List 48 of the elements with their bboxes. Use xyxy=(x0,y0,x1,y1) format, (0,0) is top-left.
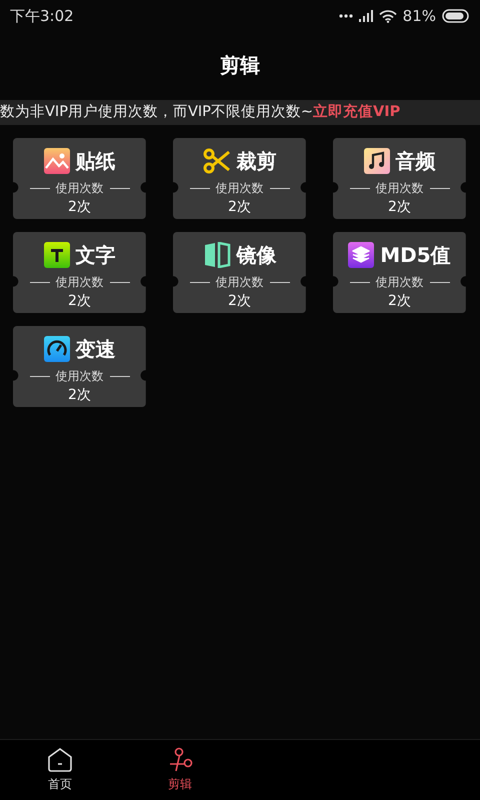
speedometer-icon xyxy=(44,336,70,362)
usage-count: 2次 xyxy=(228,198,251,216)
tool-card[interactable]: MD5值 使用次数 2次 xyxy=(333,232,466,313)
tool-card[interactable]: 贴纸 使用次数 2次 xyxy=(13,138,146,219)
status-time: 下午3:02 xyxy=(10,6,74,26)
usage-count: 2次 xyxy=(228,292,251,310)
battery-percent: 81% xyxy=(402,7,436,25)
dots-icon xyxy=(338,14,353,18)
nav-tab[interactable]: 剪辑 xyxy=(120,740,240,800)
usage-count: 2次 xyxy=(388,198,411,216)
usage-count: 2次 xyxy=(68,292,91,310)
picture-icon xyxy=(44,148,70,174)
music-note-icon xyxy=(364,148,390,174)
usage-label: 使用次数 xyxy=(56,180,104,197)
tool-label: 贴纸 xyxy=(76,148,116,174)
text-icon xyxy=(44,242,70,268)
usage-label: 使用次数 xyxy=(376,180,424,197)
tool-card[interactable]: 镜像 使用次数 2次 xyxy=(173,232,306,313)
home-icon xyxy=(47,747,73,773)
wifi-icon xyxy=(378,10,397,22)
tool-label: 音频 xyxy=(396,148,436,174)
usage-count: 2次 xyxy=(68,198,91,216)
scissors-icon xyxy=(167,747,193,773)
tool-card[interactable]: 裁剪 使用次数 2次 xyxy=(173,138,306,219)
tool-label: 镜像 xyxy=(236,242,276,268)
tool-card[interactable]: 变速 使用次数 2次 xyxy=(13,326,146,407)
scissors-icon xyxy=(202,148,230,174)
nav-tab[interactable]: 首页 xyxy=(0,740,120,800)
tool-card[interactable]: 音频 使用次数 2次 xyxy=(333,138,466,219)
tool-label: 文字 xyxy=(76,242,116,268)
tool-label: 裁剪 xyxy=(236,148,276,174)
mirror-icon xyxy=(202,242,230,268)
usage-count: 2次 xyxy=(388,292,411,310)
usage-label: 使用次数 xyxy=(216,180,264,197)
tool-card[interactable]: 文字 使用次数 2次 xyxy=(13,232,146,313)
layers-icon xyxy=(348,242,374,268)
usage-count: 2次 xyxy=(68,386,91,404)
usage-label: 使用次数 xyxy=(376,274,424,291)
tool-label: MD5值 xyxy=(380,242,451,268)
battery-icon xyxy=(442,9,470,23)
page-title: 剪辑 xyxy=(219,52,261,78)
usage-label: 使用次数 xyxy=(56,274,104,291)
notice-text: 数为非VIP用户使用次数，而VIP不限使用次数~立即充值VIP xyxy=(0,104,400,120)
signal-icon xyxy=(358,10,373,22)
usage-label: 使用次数 xyxy=(216,274,264,291)
usage-label: 使用次数 xyxy=(56,368,104,385)
tool-label: 变速 xyxy=(76,336,116,362)
recharge-link[interactable]: 立即充值VIP xyxy=(313,104,400,120)
